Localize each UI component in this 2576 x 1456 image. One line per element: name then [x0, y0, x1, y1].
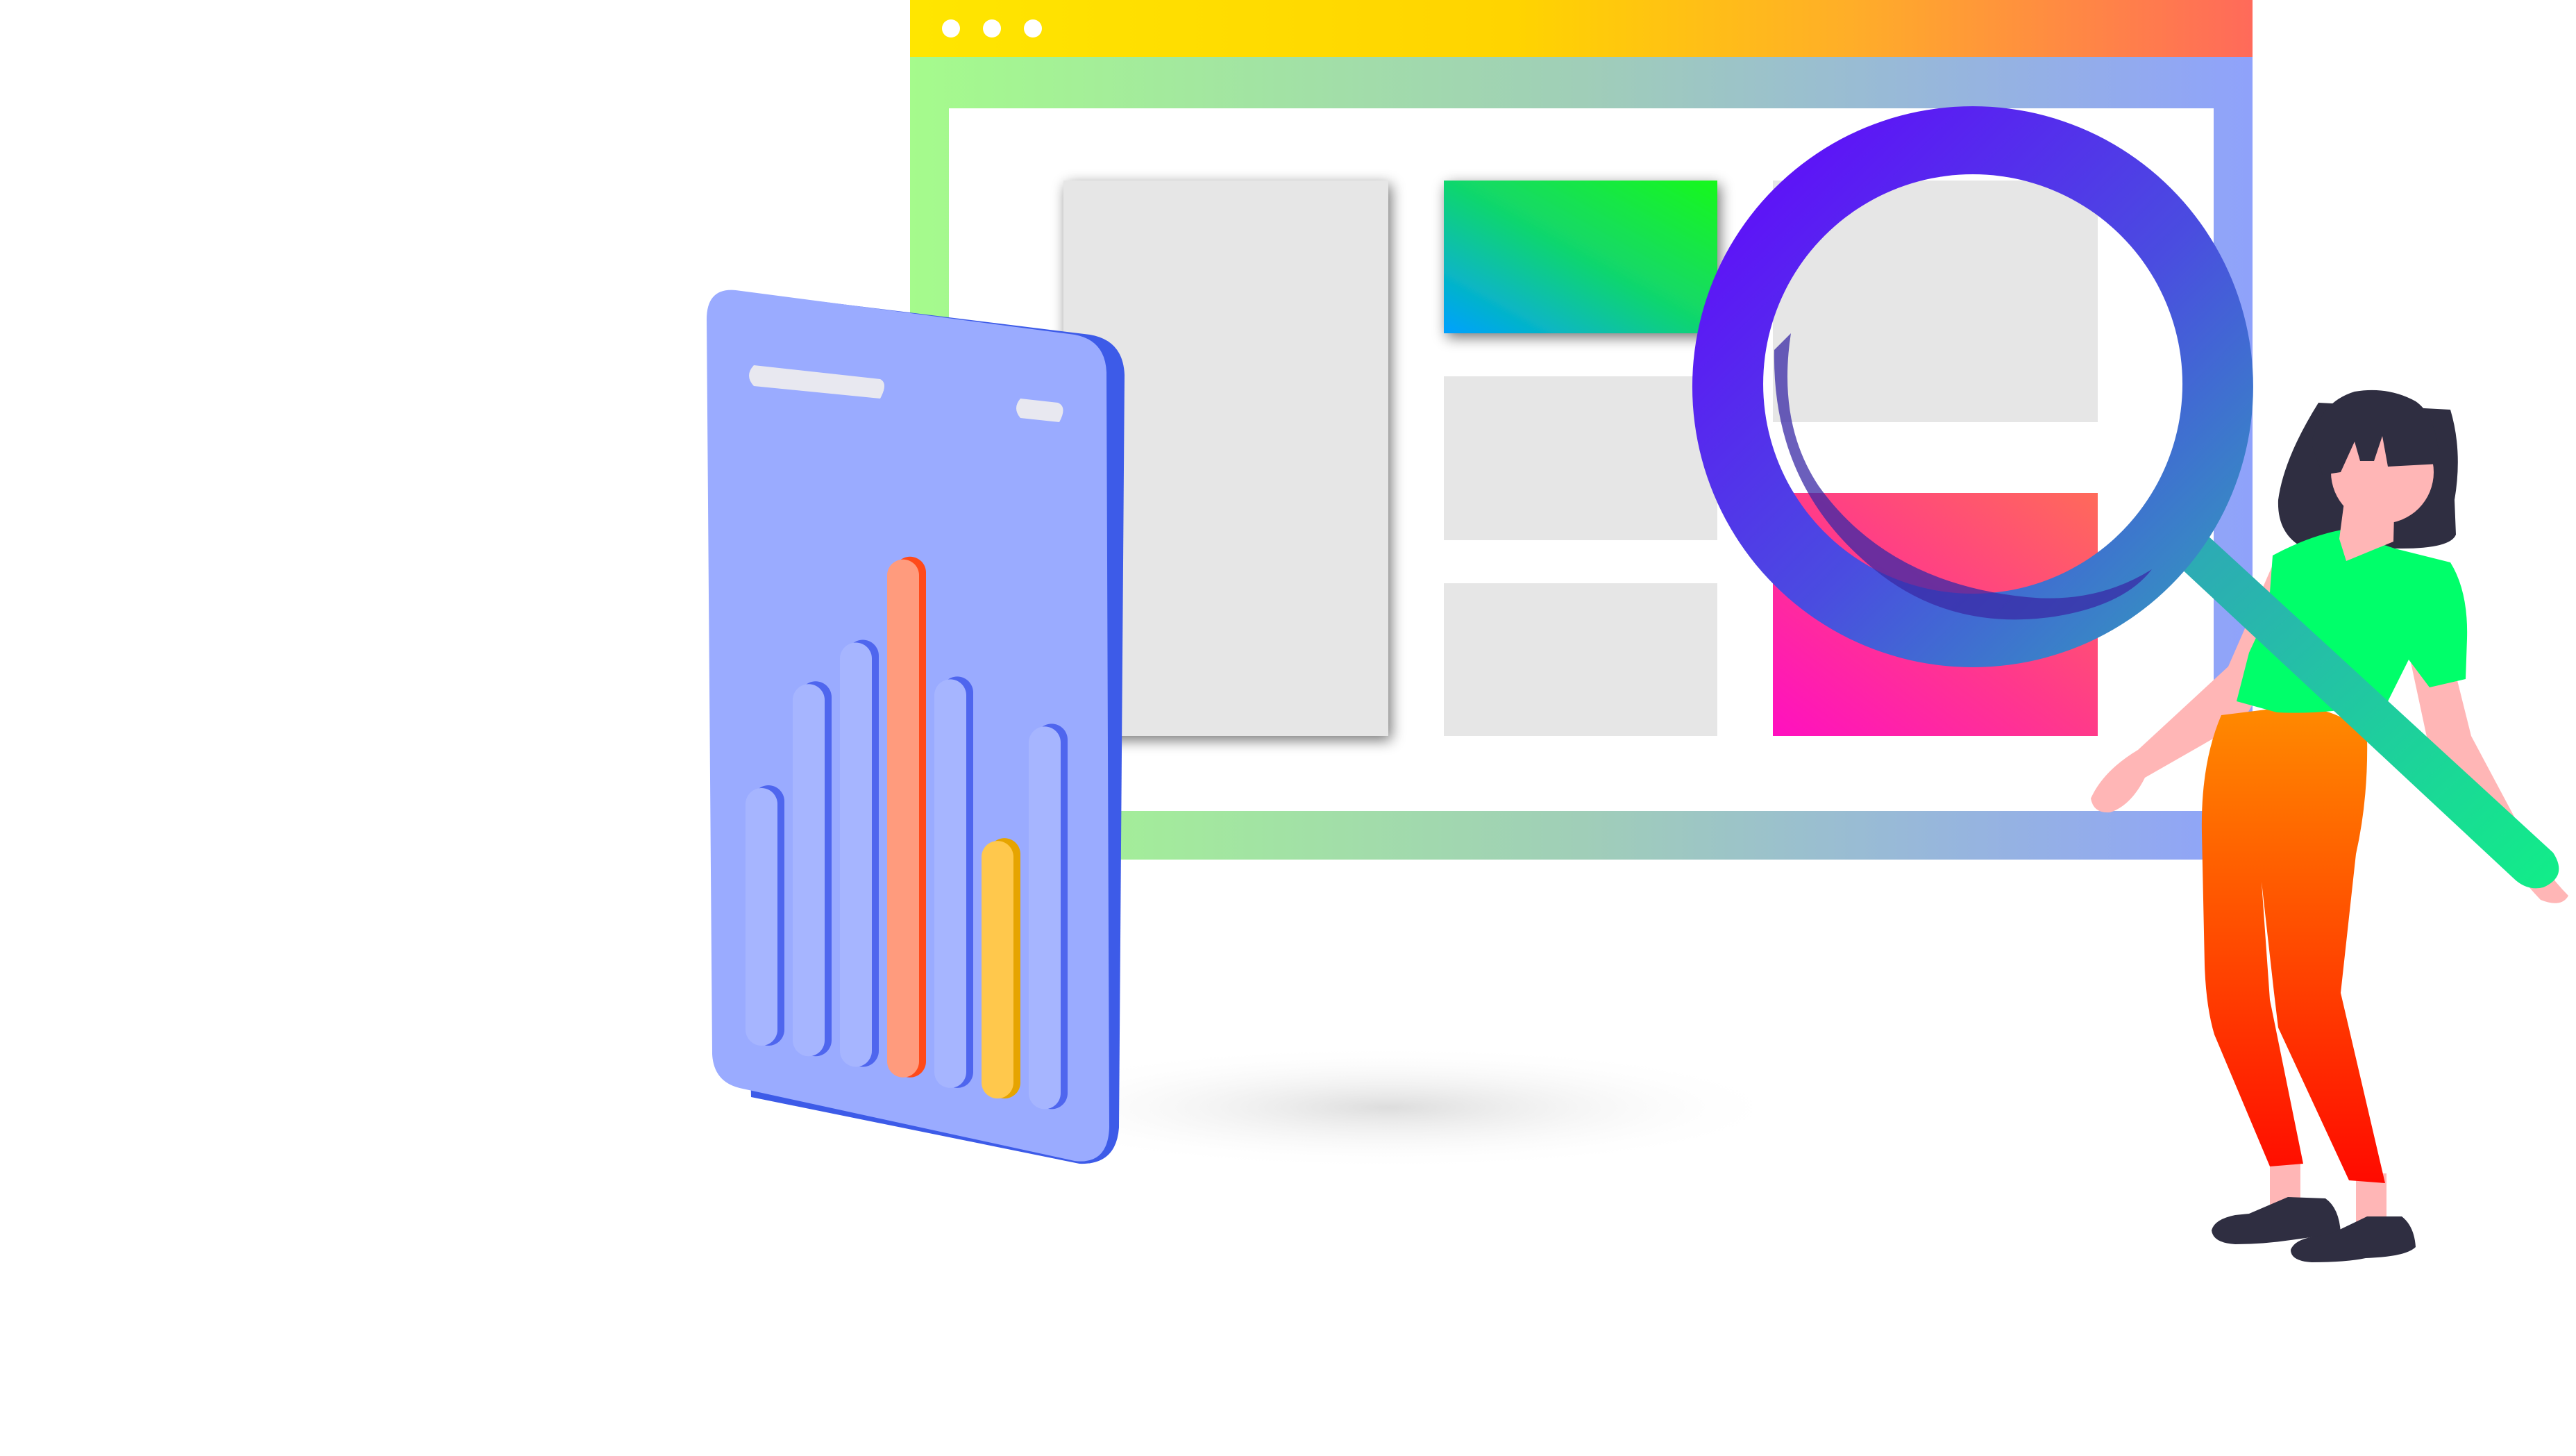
chart-bar — [1029, 726, 1061, 1110]
window-dot-icon — [942, 19, 960, 37]
illustration-canvas — [707, 0, 2568, 1262]
placeholder-card — [1444, 583, 1717, 736]
chart-bar — [840, 642, 872, 1067]
placeholder-card — [1444, 376, 1717, 540]
person-pants — [2201, 707, 2385, 1183]
chart-bar — [746, 788, 777, 1046]
chart-bar — [934, 679, 966, 1088]
window-dot-icon — [983, 19, 1001, 37]
gradient-card-green — [1444, 181, 1717, 333]
chart-bar — [793, 684, 825, 1057]
chart-card — [707, 290, 1125, 1164]
chart-bar — [982, 841, 1013, 1099]
window-dot-icon — [1024, 19, 1042, 37]
chart-bar — [887, 559, 919, 1078]
browser-title-bar — [910, 0, 2253, 57]
